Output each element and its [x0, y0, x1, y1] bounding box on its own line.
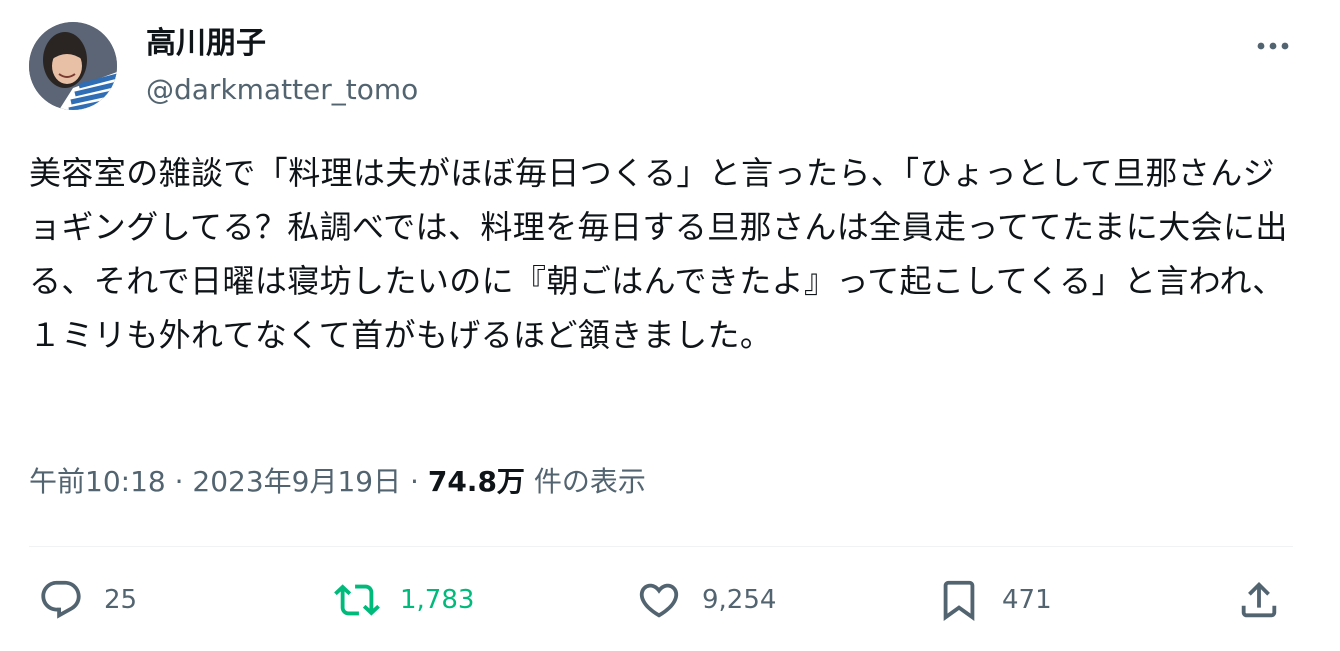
share-upload-icon — [1241, 581, 1277, 618]
bookmark-button[interactable]: 471 — [936, 574, 1052, 626]
tweet-time[interactable]: 午前10:18 — [29, 465, 166, 498]
tweet-text: 美容室の雑談で「料理は夫がほぼ毎日つくる」と言ったら、「ひょっとして旦那さんジョ… — [29, 154, 1288, 354]
avatar[interactable] — [29, 22, 117, 110]
heart-icon — [639, 583, 679, 618]
bookmark-icon — [943, 580, 975, 621]
views-count[interactable]: 74.8万 — [428, 465, 525, 498]
avatar-photo — [29, 22, 117, 110]
tweet-date[interactable]: 2023年9月19日 — [192, 465, 401, 498]
retweet-button[interactable]: 1,783 — [334, 574, 474, 626]
display-name[interactable]: 高川朋子 — [146, 26, 266, 62]
retweet-icon — [334, 584, 380, 616]
bookmark-count: 471 — [1002, 585, 1052, 615]
user-handle[interactable]: @darkmatter_tomo — [146, 72, 418, 108]
divider — [29, 546, 1293, 547]
reply-bubble-icon — [41, 580, 81, 619]
reply-count: 25 — [104, 585, 138, 615]
like-button[interactable]: 9,254 — [636, 574, 776, 626]
meta-separator: · — [410, 465, 419, 498]
reply-button[interactable]: 25 — [38, 574, 137, 626]
tweet-meta: 午前10:18 · 2023年9月19日 · 74.8万 件の表示 — [29, 462, 646, 502]
more-options-button[interactable] — [1248, 26, 1298, 66]
views-label[interactable]: 件の表示 — [534, 465, 646, 498]
like-count: 9,254 — [702, 585, 777, 615]
meta-separator: · — [174, 465, 184, 498]
share-button[interactable] — [1236, 574, 1282, 626]
retweet-count: 1,783 — [400, 585, 475, 615]
more-dots-icon — [1257, 42, 1289, 50]
